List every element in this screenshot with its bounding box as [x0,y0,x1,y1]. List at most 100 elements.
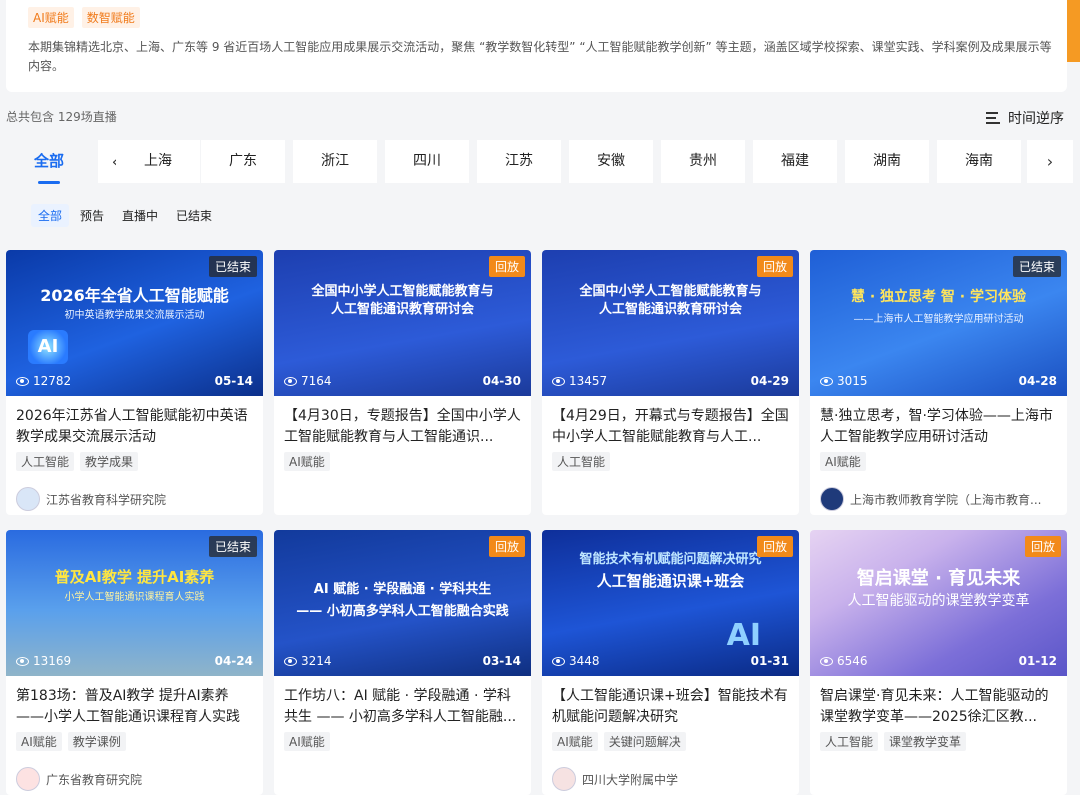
card-title[interactable]: 【4月30日，专题报告】全国中小学人工智能赋能教育与人工智能通识... [284,406,521,448]
card-thumbnail[interactable]: 智启课堂 · 育见未来 人工智能驱动的课堂教学变革 回放 6546 01-12 [810,530,1067,676]
card-title[interactable]: 【4月29日，开幕式与专题报告】全国中小学人工智能赋能教育与人工... [552,406,789,448]
card-tag[interactable]: AI赋能 [820,452,866,471]
card-tag[interactable]: AI赋能 [284,452,330,471]
region-tabs: 全部 ‹ 上海 广东 浙江 四川 江苏 安徽 贵州 福建 湖南 海南 › [6,140,1073,186]
region-tab[interactable]: 福建 [753,140,837,183]
live-card[interactable]: 全国中小学人工智能赋能教育与 人工智能通识教育研讨会 回放 7164 04-30… [274,250,531,515]
card-title[interactable]: 2026年江苏省人工智能赋能初中英语教学成果交流展示活动 [16,406,253,448]
decorative-strip [1067,0,1080,62]
status-badge: 回放 [756,536,793,557]
view-count-value: 12782 [33,374,72,388]
chevron-right-icon[interactable]: › [1027,140,1073,183]
card-tag[interactable]: 教学课例 [67,732,126,751]
live-card[interactable]: 普及AI教学 提升AI素养 小学人工智能通识课程育人实践 已结束 13169 0… [6,530,263,795]
card-title[interactable]: 智启课堂·育见未来：人工智能驱动的课堂教学变革——2025徐汇区教... [820,686,1057,728]
region-tab-all[interactable]: 全部 [6,140,92,186]
eye-icon [284,376,297,386]
card-thumbnail[interactable]: 普及AI教学 提升AI素养 小学人工智能通识课程育人实践 已结束 13169 0… [6,530,263,676]
card-date: 01-31 [750,654,789,668]
thumb-title: 全国中小学人工智能赋能教育与 [311,284,494,299]
org-name: 广东省教育研究院 [46,772,143,787]
live-card[interactable]: 智启课堂 · 育见未来 人工智能驱动的课堂教学变革 回放 6546 01-12 … [810,530,1067,795]
status-badge: 回放 [756,256,793,277]
thumb-title: AI 赋能 · 学段融通 · 学科共生 [313,582,492,597]
eye-icon [552,376,565,386]
thumb-subtitle: 人工智能通识教育研讨会 [330,302,474,317]
status-filter-live[interactable]: 直播中 [115,204,165,227]
view-count: 13457 [552,374,607,388]
sort-toggle[interactable]: 时间逆序 [986,108,1064,128]
thumb-subtitle: 初中英语教学成果交流展示活动 [64,310,205,321]
card-title[interactable]: 第183场：普及AI教学 提升AI素养——小学人工智能通识课程育人实践 [16,686,253,728]
live-card[interactable]: 全国中小学人工智能赋能教育与 人工智能通识教育研讨会 回放 13457 04-2… [542,250,799,515]
card-tags: 人工智能 教学成果 [16,452,253,471]
ai-logo: AI [28,330,68,364]
card-tag[interactable]: 课堂教学变革 [884,732,967,751]
card-tags: AI赋能 [820,452,1057,471]
view-count: 12782 [16,374,71,388]
region-tab[interactable]: 四川 [385,140,469,183]
card-title[interactable]: 工作坊八：AI 赋能 · 学段融通 · 学科共生 —— 小初高多学科人工智能融.… [284,686,521,728]
card-thumbnail[interactable]: 全国中小学人工智能赋能教育与 人工智能通识教育研讨会 回放 13457 04-2… [542,250,799,396]
card-tags: AI赋能 关键问题解决 [552,732,789,751]
card-organizer[interactable]: 上海市教师教育学院（上海市教育... [820,487,1060,511]
region-tab[interactable]: 江苏 [477,140,561,183]
card-organizer[interactable]: 四川大学附属中学 [552,767,792,791]
eye-icon [820,656,833,666]
card-title[interactable]: 慧·独立思考，智·学习体验——上海市人工智能教学应用研讨活动 [820,406,1057,448]
status-filter-ended[interactable]: 已结束 [169,204,219,227]
ai-graphic: AI [726,618,761,653]
card-tag[interactable]: 教学成果 [80,452,139,471]
status-filter-upcoming[interactable]: 预告 [73,204,111,227]
region-tab[interactable]: 贵州 [661,140,745,183]
thumb-subtitle: 人工智能通识教育研讨会 [598,302,742,317]
org-avatar [16,487,40,511]
card-thumbnail[interactable]: AI 赋能 · 学段融通 · 学科共生 —— 小初高多学科人工智能融合实践 回放… [274,530,531,676]
region-tab[interactable]: 广东 [201,140,285,183]
region-tab[interactable]: 湖南 [845,140,929,183]
region-tab[interactable]: 浙江 [293,140,377,183]
card-organizer[interactable]: 江苏省教育科学研究院 [16,487,256,511]
status-badge: 已结束 [208,536,257,557]
eye-icon [16,656,29,666]
view-count-value: 13169 [33,654,72,668]
card-thumbnail[interactable]: 2026年全省人工智能赋能 初中英语教学成果交流展示活动 AI 已结束 1278… [6,250,263,396]
card-thumbnail[interactable]: 慧 · 独立思考 智 · 学习体验 ——上海市人工智能教学应用研讨活动 已结束 … [810,250,1067,396]
card-tag[interactable]: 人工智能 [16,452,75,471]
status-filters: 全部 预告 直播中 已结束 [31,204,219,227]
region-tab[interactable]: 安徽 [569,140,653,183]
view-count: 3015 [820,374,868,388]
thumb-title: 普及AI教学 提升AI素养 [54,568,215,586]
view-count: 7164 [284,374,332,388]
intro-tag[interactable]: 数智赋能 [81,7,140,28]
org-avatar [820,487,844,511]
view-count: 6546 [820,654,868,668]
card-tag[interactable]: 关键问题解决 [603,732,686,751]
card-thumbnail[interactable]: 全国中小学人工智能赋能教育与 人工智能通识教育研讨会 回放 7164 04-30 [274,250,531,396]
card-date: 05-14 [214,374,253,388]
thumb-subtitle: 人工智能通识课+班会 [596,572,745,590]
live-card[interactable]: 慧 · 独立思考 智 · 学习体验 ——上海市人工智能教学应用研讨活动 已结束 … [810,250,1067,515]
card-date: 04-28 [1018,374,1057,388]
region-tab[interactable]: 上海 [116,140,200,183]
card-tag[interactable]: AI赋能 [552,732,598,751]
card-organizer[interactable]: 广东省教育研究院 [16,767,256,791]
status-filter-all[interactable]: 全部 [31,204,70,227]
live-card[interactable]: 智能技术有机赋能问题解决研究 人工智能通识课+班会 AI 回放 3448 01-… [542,530,799,795]
card-title[interactable]: 【人工智能通识课+班会】智能技术有机赋能问题解决研究 [552,686,789,728]
thumb-subtitle: 小学人工智能通识课程育人实践 [64,592,205,603]
live-card[interactable]: AI 赋能 · 学段融通 · 学科共生 —— 小初高多学科人工智能融合实践 回放… [274,530,531,795]
intro-tag[interactable]: AI赋能 [28,7,74,28]
region-tab[interactable]: 海南 [937,140,1021,183]
eye-icon [284,656,297,666]
card-tag[interactable]: 人工智能 [552,452,611,471]
live-card[interactable]: 2026年全省人工智能赋能 初中英语教学成果交流展示活动 AI 已结束 1278… [6,250,263,515]
thumb-title: 慧 · 独立思考 智 · 学习体验 [850,289,1026,305]
thumb-title: 2026年全省人工智能赋能 [40,286,229,305]
card-tag[interactable]: AI赋能 [284,732,330,751]
card-tag[interactable]: AI赋能 [16,732,62,751]
card-tag[interactable]: 人工智能 [820,732,879,751]
thumb-subtitle: 人工智能驱动的课堂教学变革 [847,593,1030,609]
active-tab-indicator [38,181,60,184]
card-thumbnail[interactable]: 智能技术有机赋能问题解决研究 人工智能通识课+班会 AI 回放 3448 01-… [542,530,799,676]
